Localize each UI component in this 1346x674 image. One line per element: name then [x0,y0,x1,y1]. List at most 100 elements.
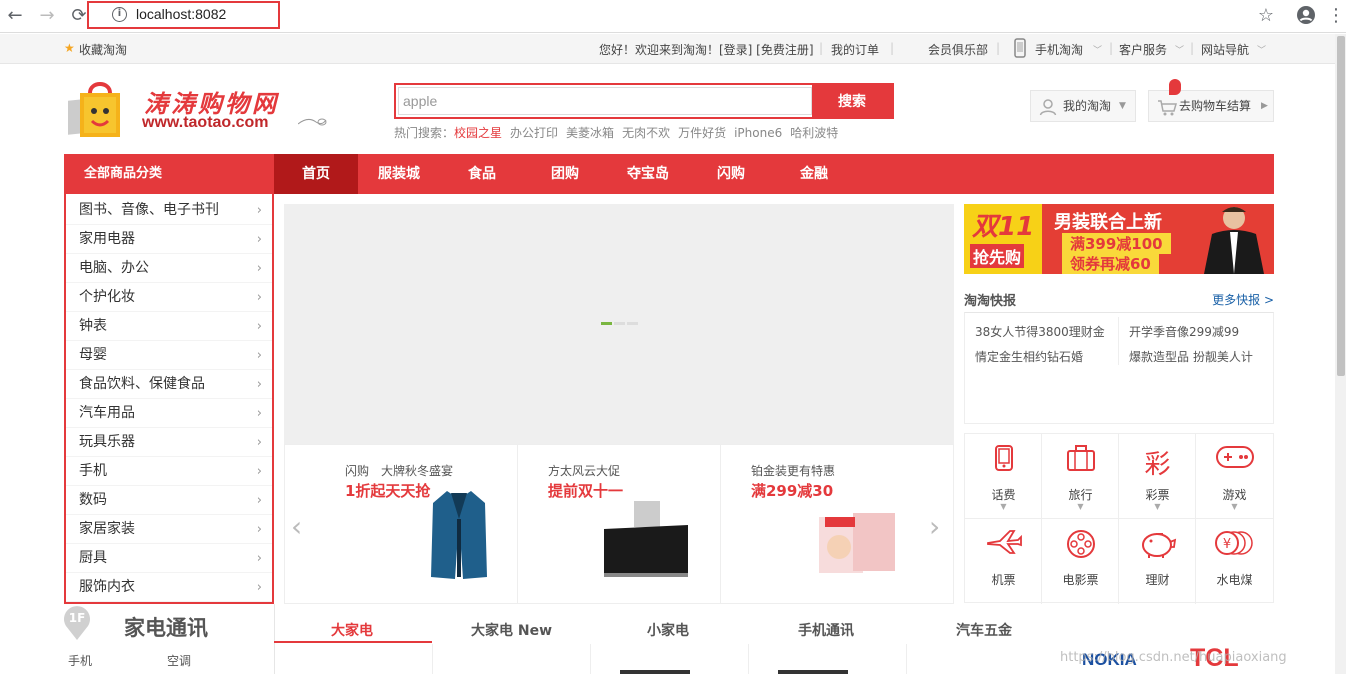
nav-item-group-buy[interactable]: 团购 [524,154,606,194]
my-account-button[interactable]: 我的淘淘 ▼ [1030,90,1136,122]
category-item[interactable]: 玩具乐器 › [66,428,272,457]
divider: | [1190,41,1195,55]
news-item[interactable]: 爆款造型品 扮靓美人计 [1129,348,1253,365]
hot-search-link[interactable]: 无肉不欢 [622,126,670,140]
nav-item-home[interactable]: 首页 [274,154,358,194]
service-item-flights[interactable]: 机票 [965,519,1042,604]
bookmark-star-icon[interactable]: ☆ [1255,5,1277,27]
category-item[interactable]: 手机 › [66,457,272,486]
category-item[interactable]: 个护化妆 › [66,283,272,312]
site-topbar: ★ 收藏淘淘 您好！欢迎来到淘淘！[登录] [免费注册] | 我的订单 | 会员… [0,34,1346,64]
search-input[interactable] [398,87,812,115]
category-label: 个护化妆 [79,289,135,305]
chevron-down-icon: ﹀ [1093,46,1103,56]
carousel-dot[interactable] [614,322,625,325]
floor-tab[interactable]: 小家电 [647,620,689,640]
service-item-lottery[interactable]: 彩 彩票 ▼ [1119,434,1196,519]
category-label: 手机 [79,463,107,479]
category-item[interactable]: 食品饮料、保健食品 › [66,370,272,399]
logo-url-text[interactable]: www.taotao.com [142,114,269,132]
service-item-phone-bill[interactable]: 话费 ▼ [965,434,1042,519]
search-button[interactable]: 搜索 [812,85,892,117]
floor-tab-active[interactable]: 大家电 [331,620,373,640]
carousel-dot-active[interactable] [601,322,612,325]
news-item[interactable]: 38女人节得3800理财金 [975,323,1105,340]
news-more-link[interactable]: 更多快报 > [1212,291,1274,308]
ad-title: 男装联合上新 [1054,212,1162,233]
hot-search-link[interactable]: 校园之星 [454,126,502,140]
hot-search-link[interactable]: iPhone6 [734,126,782,140]
back-icon[interactable]: ← [4,5,26,27]
floor-tab[interactable]: 汽车五金 [956,620,1012,640]
my-orders-link[interactable]: 我的订单 [831,41,879,58]
nav-item-flash-sale[interactable]: 闪购 [690,154,772,194]
airplane-icon [965,529,1042,561]
ad-banner[interactable]: 双11 抢先购 男装联合上新 满399减100 领券再减60 [964,204,1274,274]
service-item-finance[interactable]: 理财 [1119,519,1196,604]
hot-search-link[interactable]: 哈利波特 [790,126,838,140]
welcome-login-links[interactable]: 您好！欢迎来到淘淘！[登录] [免费注册] [599,41,814,58]
user-icon [1039,97,1057,127]
category-item[interactable]: 服饰内衣 › [66,573,272,602]
floor-tab[interactable]: 大家电 New [471,620,552,640]
promo-card[interactable]: 方太风云大促 提前双十一 [518,445,721,603]
category-label: 图书、音像、电子书刊 [79,202,219,218]
category-item[interactable]: 数码 › [66,486,272,515]
all-categories-tab[interactable]: 全部商品分类 [64,154,274,194]
news-item[interactable]: 开学季音像299减99 [1129,323,1239,340]
category-item[interactable]: 厨具 › [66,544,272,573]
nav-item-food[interactable]: 食品 [440,154,524,194]
film-icon [1042,529,1119,565]
service-item-travel[interactable]: 旅行 ▼ [1042,434,1119,519]
page-scrollbar-thumb[interactable] [1337,36,1345,376]
category-item[interactable]: 图书、音像、电子书刊 › [66,196,272,225]
news-item[interactable]: 情定金生相约钻石婚 [975,348,1083,365]
service-item-games[interactable]: 游戏 ▼ [1196,434,1273,519]
floor-title: 家电通讯 [124,616,208,640]
promo-card[interactable]: 闪购 大牌秋冬盛宴 1折起天天抢 [285,445,518,603]
nav-item-finance[interactable]: 金融 [772,154,856,194]
category-item[interactable]: 母婴 › [66,341,272,370]
site-nav-link[interactable]: 网站导航 [1201,41,1249,58]
ad-line1: 满399减100 [1062,233,1171,254]
floor-sub-link[interactable]: 手机 [68,652,92,669]
diapers-image [819,513,895,573]
category-item[interactable]: 汽车用品 › [66,399,272,428]
category-label: 家用电器 [79,231,135,247]
category-item[interactable]: 家用电器 › [66,225,272,254]
promo-title: 闪购 大牌秋冬盛宴 [345,464,454,478]
service-item-utilities[interactable]: ¥ 水电煤 [1196,519,1273,604]
range-hood-image [604,501,688,577]
floor-sub-link[interactable]: 空调 [167,652,191,669]
suitcase-icon [1042,444,1119,478]
hot-search-link[interactable]: 办公打印 [510,126,558,140]
nav-item-treasure[interactable]: 夺宝岛 [606,154,690,194]
chevron-right-icon: › [256,522,262,537]
category-item[interactable]: 钟表 › [66,312,272,341]
carousel-dot[interactable] [627,322,638,325]
favorite-link[interactable]: 收藏淘淘 [79,41,127,58]
hot-search-link[interactable]: 万件好货 [678,126,726,140]
ad-big-text: 双11 [972,212,1035,242]
hot-search-link[interactable]: 美菱冰箱 [566,126,614,140]
category-item[interactable]: 家居家装 › [66,515,272,544]
chevron-right-icon: › [256,406,262,421]
url-text[interactable]: localhost:8082 [136,6,226,22]
service-item-movie-tickets[interactable]: 电影票 [1042,519,1119,604]
forward-icon[interactable]: → [36,5,58,27]
cart-button[interactable]: 去购物车结算 ▶ [1148,79,1274,122]
info-icon[interactable]: i [112,7,127,22]
promo-card[interactable]: 铂金装更有特惠 满299减30 [721,445,954,603]
profile-icon[interactable] [1295,5,1317,27]
browser-toolbar: ← → ⟳ i localhost:8082 ☆ ⋮ [0,0,1346,33]
browser-menu-icon[interactable]: ⋮ [1327,5,1345,27]
carousel-next-arrow[interactable]: › [929,510,940,543]
mobile-taotao-link[interactable]: 手机淘淘 [1035,41,1083,58]
category-item[interactable]: 电脑、办公 › [66,254,272,283]
floor-tab[interactable]: 手机通讯 [798,620,854,640]
logo-shopping-bag-icon[interactable] [66,79,132,139]
carousel-prev-arrow[interactable]: ‹ [291,510,302,543]
customer-service-link[interactable]: 客户服务 [1119,41,1167,58]
member-club-link[interactable]: 会员俱乐部 [928,41,988,58]
nav-item-clothing[interactable]: 服装城 [358,154,440,194]
